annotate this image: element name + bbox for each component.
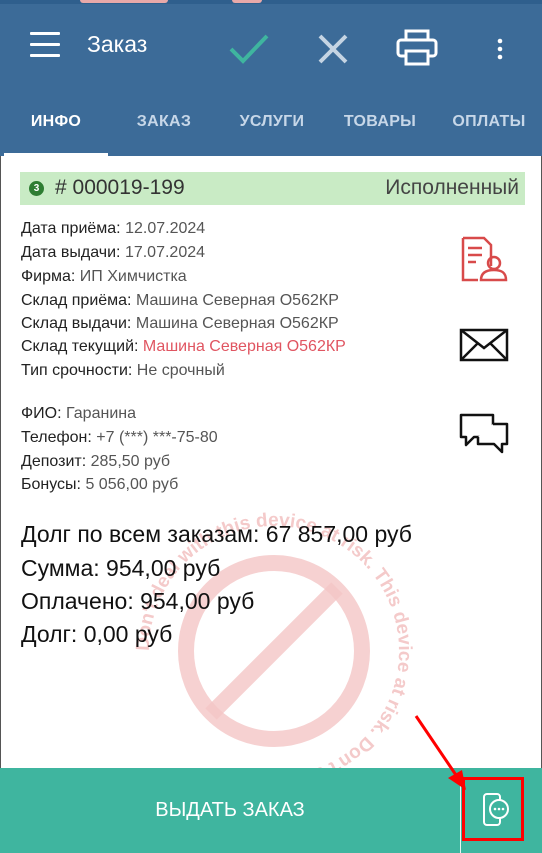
phone-chat-button[interactable]	[462, 777, 524, 841]
tab-bar: ИНФО ЗАКАЗ УСЛУГИ ТОВАРЫ ОПЛАТЫ	[0, 88, 542, 156]
chat-icon[interactable]	[458, 412, 510, 456]
print-icon[interactable]	[396, 29, 438, 67]
tab-goods[interactable]: ТОВАРЫ	[332, 88, 428, 156]
client-card-icon[interactable]	[460, 236, 508, 282]
tab-info[interactable]: ИНФО	[4, 88, 108, 156]
client-name: ФИО: Гаранина	[21, 405, 136, 422]
tab-order[interactable]: ЗАКАЗ	[118, 88, 210, 156]
status-indicator	[80, 0, 168, 3]
order-status: Исполненный	[385, 176, 519, 199]
tab-payments[interactable]: ОПЛАТЫ	[440, 88, 538, 156]
client-bonuses: Бонусы: 5 056,00 руб	[21, 476, 179, 493]
order-badge: 3	[29, 181, 44, 196]
tab-services[interactable]: УСЛУГИ	[222, 88, 322, 156]
order-number: # 000019-199	[55, 176, 185, 199]
detail-date-issue: Дата выдачи: 17.07.2024	[21, 244, 206, 261]
divider	[460, 786, 461, 853]
detail-urgency: Тип срочности: Не срочный	[21, 362, 225, 379]
menu-icon[interactable]	[30, 32, 60, 58]
order-info-panel: 3 # 000019-199 Исполненный Don't deal wi…	[0, 156, 542, 768]
check-icon[interactable]	[228, 32, 270, 66]
detail-warehouse-issue: Склад выдачи: Машина Северная О562КР	[21, 315, 339, 332]
order-header: 3 # 000019-199 Исполненный	[20, 172, 525, 205]
more-vertical-icon[interactable]	[496, 38, 504, 60]
envelope-icon[interactable]	[459, 328, 509, 362]
order-sum: Сумма: 954,00 руб	[21, 555, 221, 581]
issue-order-button[interactable]: ВЫДАТЬ ЗАКАЗ	[0, 768, 460, 853]
client-phone: Телефон: +7 (***) ***-75-80	[21, 429, 218, 446]
page-title: Заказ	[87, 31, 148, 57]
close-icon[interactable]	[317, 33, 349, 65]
order-paid: Оплачено: 954,00 руб	[21, 588, 255, 614]
watermark-text: Don't deal with this device at risk. Thi…	[133, 510, 415, 768]
detail-warehouse-current: Склад текущий: Машина Северная О562КР	[21, 338, 346, 355]
detail-date-received: Дата приёма: 12.07.2024	[21, 220, 206, 237]
detail-warehouse-received: Склад приёма: Машина Северная О562КР	[21, 292, 339, 309]
app-bar: Заказ	[0, 4, 542, 88]
order-debt: Долг: 0,00 руб	[21, 621, 173, 647]
client-deposit: Депозит: 285,50 руб	[21, 453, 171, 470]
bottom-bar: ВЫДАТЬ ЗАКАЗ	[0, 768, 542, 853]
total-debt-all-orders: Долг по всем заказам: 67 857,00 руб	[21, 521, 412, 547]
detail-firm: Фирма: ИП Химчистка	[21, 268, 187, 285]
phone-chat-icon	[483, 793, 509, 826]
svg-text:Don't deal with this device at: Don't deal with this device at risk. Thi…	[133, 510, 415, 768]
status-indicator	[232, 0, 262, 3]
